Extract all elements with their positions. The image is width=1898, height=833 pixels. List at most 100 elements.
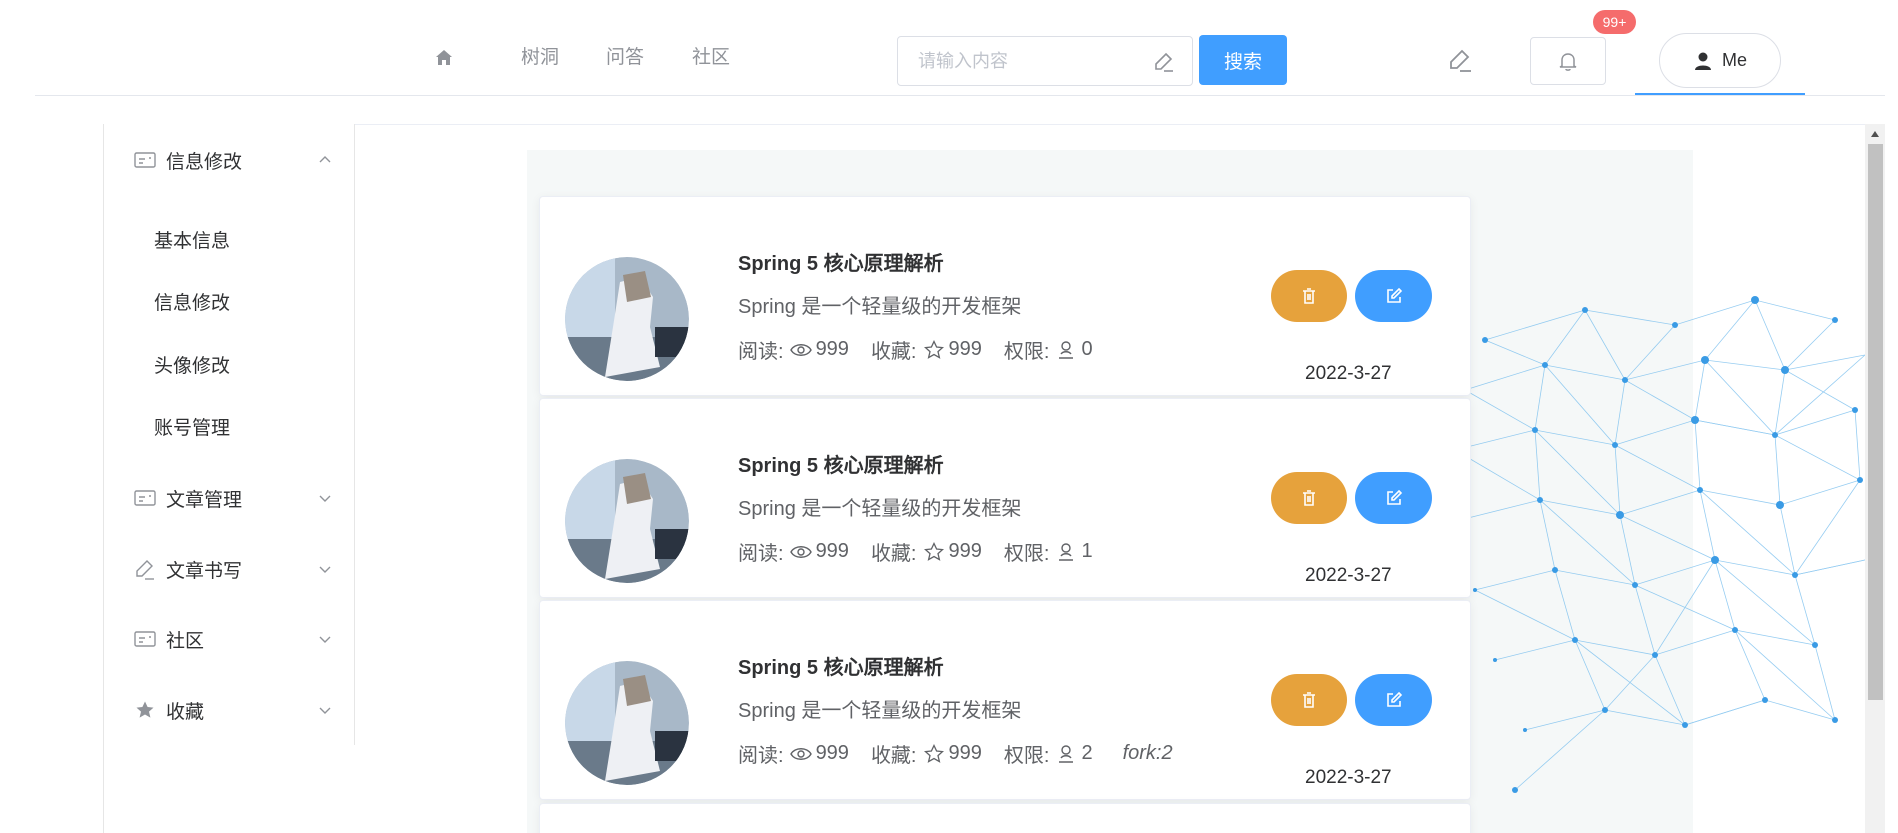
home-icon	[436, 50, 452, 65]
user-outline-icon	[1059, 340, 1074, 359]
delete-article-button[interactable]	[1271, 472, 1347, 524]
edit-icon	[1386, 287, 1402, 303]
article-cover-avatar	[565, 459, 689, 583]
permission-label: 权限:	[1003, 543, 1050, 565]
id-card-icon	[134, 631, 156, 647]
article-meta: 阅读: 999 收藏: 999 权限: 0	[738, 335, 1123, 364]
favorites-label: 收藏:	[870, 543, 917, 565]
chevron-down-icon	[319, 495, 331, 502]
fork-count: fork:2	[1122, 742, 1173, 764]
reads-count: 999	[815, 742, 849, 764]
chevron-down-icon	[319, 566, 331, 573]
article-card: Spring 5 核心原理解析 Spring 是一个轻量级的开发框架 阅读: 9…	[539, 196, 1471, 396]
edit-pen-icon[interactable]	[1152, 50, 1176, 74]
search-input[interactable]	[918, 37, 1148, 85]
eye-icon	[789, 343, 812, 356]
reads-count: 999	[815, 540, 849, 562]
article-description: Spring 是一个轻量级的开发框架	[738, 700, 1022, 722]
edit-icon	[1386, 691, 1402, 707]
article-date: 2022-3-27	[1305, 565, 1392, 586]
star-outline-icon	[923, 541, 944, 561]
reads-label: 阅读:	[738, 341, 784, 363]
delete-article-button[interactable]	[1271, 674, 1347, 726]
chevron-down-icon	[319, 707, 331, 714]
submenu-info-edit[interactable]: 信息修改	[154, 290, 230, 318]
favorites-count: 999	[948, 338, 982, 360]
user-label: Me	[1721, 50, 1747, 70]
menu-group-article-write[interactable]: 文章书写	[134, 554, 334, 584]
permission-label: 权限:	[1003, 745, 1050, 767]
eye-icon	[789, 545, 812, 558]
favorites-count: 999	[948, 540, 982, 562]
main-top-divider	[355, 124, 1885, 125]
menu-group-label: 信息修改	[166, 151, 243, 173]
article-card: Spring 5 核心原理解析 Spring 是一个轻量级的开发框架 阅读: 9…	[539, 398, 1471, 598]
header-divider	[35, 95, 1885, 96]
notification-badge: 99+	[1593, 10, 1636, 34]
menu-group-article-manage[interactable]: 文章管理	[134, 483, 334, 513]
eye-icon	[789, 747, 812, 760]
submenu-avatar-edit[interactable]: 头像修改	[154, 353, 230, 381]
menu-group-label: 文章管理	[166, 489, 243, 511]
chevron-up-icon	[319, 156, 331, 163]
article-cover-avatar	[565, 661, 689, 785]
article-title[interactable]: Spring 5 核心原理解析	[738, 651, 944, 680]
menu-group-info-edit[interactable]: 信息修改	[134, 145, 334, 175]
article-date: 2022-3-27	[1305, 363, 1392, 384]
user-outline-icon	[1059, 744, 1074, 763]
article-date: 2022-3-27	[1305, 767, 1392, 788]
article-cover-avatar	[565, 257, 689, 381]
permission-label: 权限:	[1003, 341, 1050, 363]
edit-pen-icon	[136, 560, 154, 580]
bell-icon	[1559, 53, 1577, 71]
nav-link-treehole[interactable]: 树洞	[521, 44, 559, 72]
submenu-basic-info[interactable]: 基本信息	[154, 228, 230, 256]
favorites-count: 999	[948, 742, 982, 764]
edit-article-button[interactable]	[1355, 674, 1432, 726]
nav-home[interactable]	[430, 44, 458, 72]
trash-icon	[1303, 490, 1315, 506]
user-outline-icon	[1059, 542, 1074, 561]
user-menu-button[interactable]: Me	[1659, 33, 1781, 88]
scrollbar-thumb[interactable]	[1868, 144, 1883, 700]
favorites-label: 收藏:	[870, 341, 917, 363]
nav-link-community[interactable]: 社区	[692, 44, 730, 72]
id-card-icon	[134, 152, 156, 168]
menu-group-label: 社区	[166, 630, 205, 652]
sidebar-divider	[354, 124, 355, 745]
trash-icon	[1303, 692, 1315, 708]
reads-label: 阅读:	[738, 543, 784, 565]
permission-value: 2	[1081, 742, 1093, 764]
article-meta: 阅读: 999 收藏: 999 权限: 2 fork:2	[738, 739, 1173, 768]
article-description: Spring 是一个轻量级的开发框架	[738, 498, 1022, 520]
menu-group-community[interactable]: 社区	[134, 624, 334, 654]
article-description: Spring 是一个轻量级的开发框架	[738, 296, 1022, 318]
article-title[interactable]: Spring 5 核心原理解析	[738, 449, 944, 478]
article-meta: 阅读: 999 收藏: 999 权限: 1	[738, 537, 1123, 566]
edit-article-button[interactable]	[1355, 270, 1432, 322]
search-button[interactable]: 搜索	[1199, 35, 1287, 85]
menu-group-label: 文章书写	[166, 560, 243, 582]
reads-label: 阅读:	[738, 745, 784, 767]
article-title[interactable]: Spring 5 核心原理解析	[738, 247, 944, 276]
notification-button[interactable]	[1530, 37, 1606, 85]
triangle-up-icon	[1871, 131, 1879, 137]
submenu-account-manage[interactable]: 账号管理	[154, 415, 230, 443]
nav-link-qa[interactable]: 问答	[606, 44, 644, 72]
article-card-partial	[539, 803, 1471, 833]
write-article-icon[interactable]	[1446, 46, 1474, 74]
delete-article-button[interactable]	[1271, 270, 1347, 322]
permission-value: 1	[1081, 540, 1093, 562]
star-outline-icon	[923, 743, 944, 763]
edit-article-button[interactable]	[1355, 472, 1432, 524]
search-box	[897, 36, 1193, 86]
article-card: Spring 5 核心原理解析 Spring 是一个轻量级的开发框架 阅读: 9…	[539, 600, 1471, 800]
menu-group-favorites[interactable]: 收藏	[134, 695, 334, 725]
star-outline-icon	[923, 339, 944, 359]
scroll-up-arrow[interactable]	[1865, 128, 1885, 140]
favorites-label: 收藏:	[870, 745, 917, 767]
reads-count: 999	[815, 338, 849, 360]
trash-icon	[1303, 288, 1315, 304]
chevron-down-icon	[319, 636, 331, 643]
page-scrollbar[interactable]	[1865, 124, 1885, 833]
